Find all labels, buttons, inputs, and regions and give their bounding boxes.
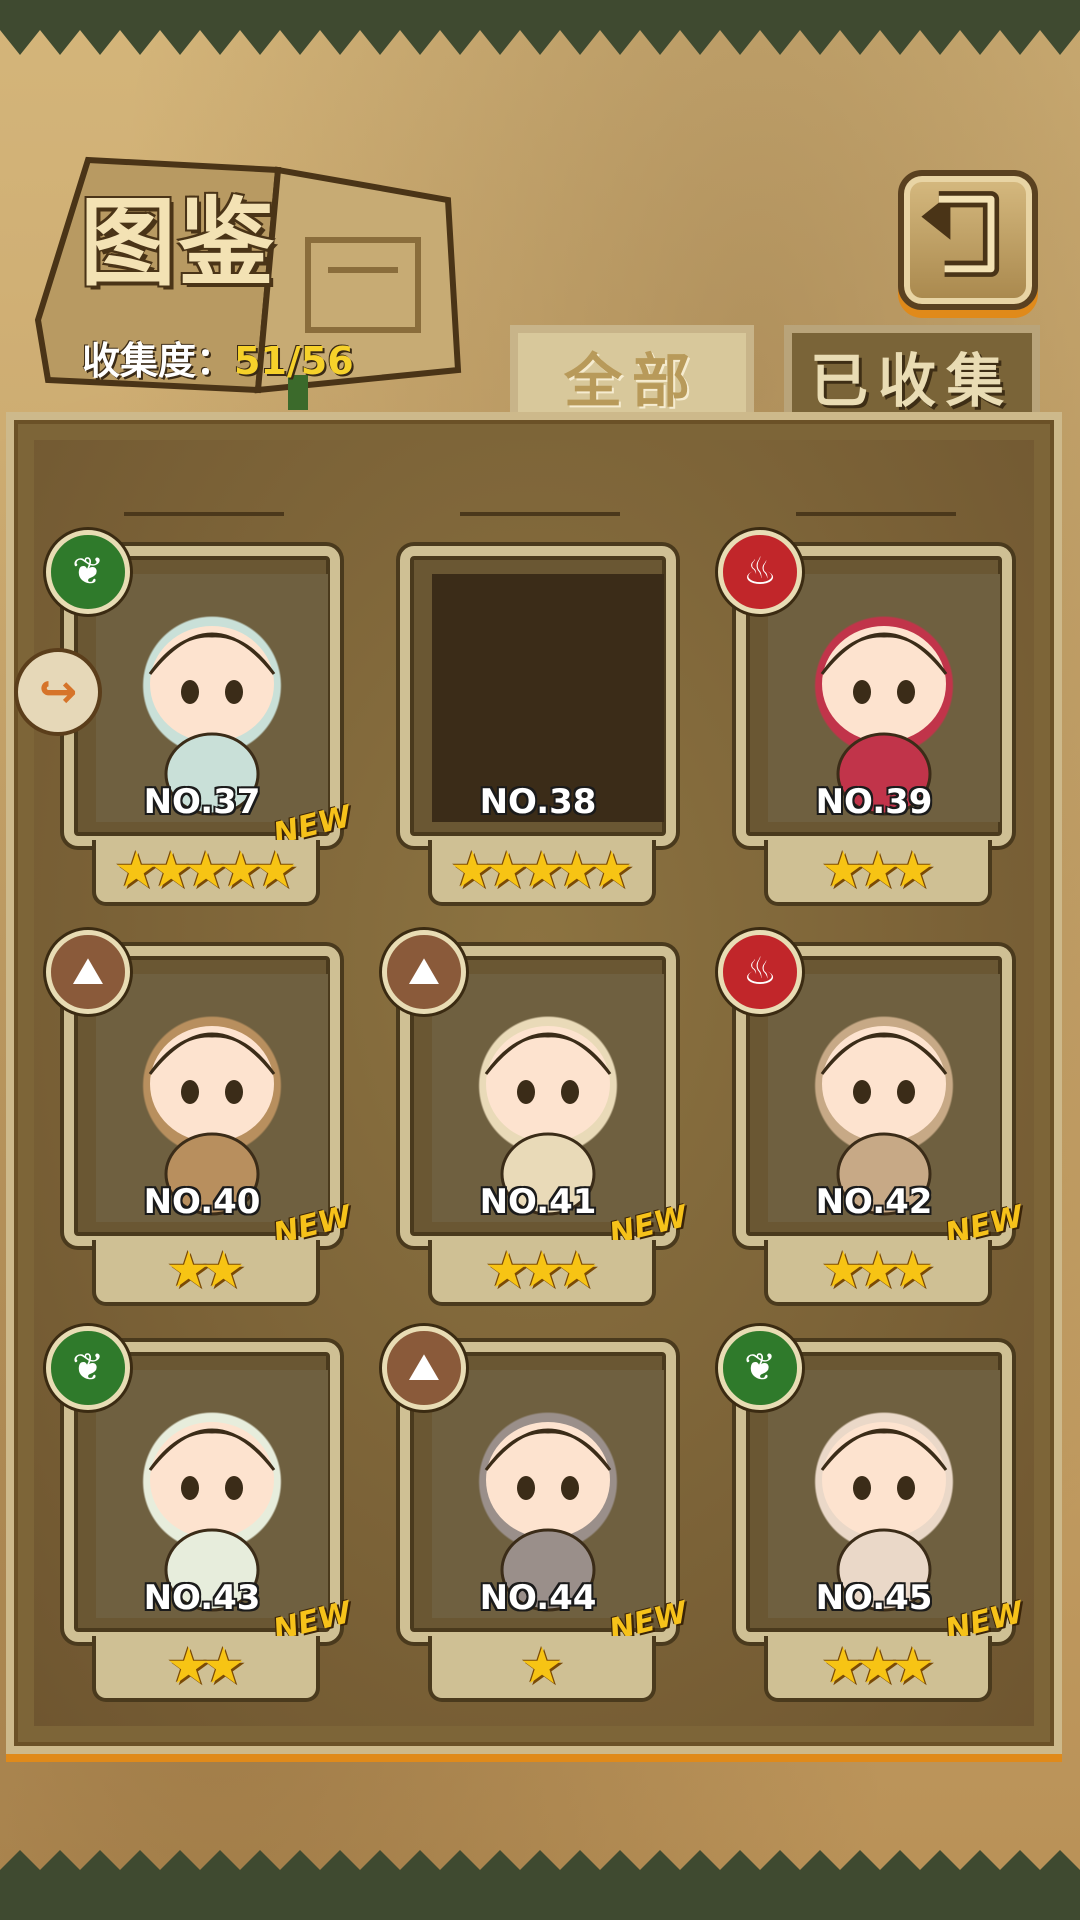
- fire-element-icon: ♨: [718, 930, 802, 1014]
- star-icon: ★: [589, 841, 635, 899]
- top-zigzag-border: [0, 0, 1080, 55]
- divider: [124, 512, 284, 516]
- star-icon: ★: [554, 1241, 600, 1299]
- character-card[interactable]: NO.37 NEW ★★★★★ ❦: [46, 530, 355, 910]
- character-card[interactable]: NO.43 NEW ★★ ❦: [46, 1326, 355, 1706]
- divider: [460, 512, 620, 516]
- collection-progress: 收集度：51/56: [82, 330, 354, 385]
- earth-element-icon: ⛰: [382, 1326, 466, 1410]
- leaf-element-icon: ❦: [46, 1326, 130, 1410]
- leaf-element-icon: ❦: [46, 530, 130, 614]
- divider: [796, 512, 956, 516]
- bottom-zigzag-border: [0, 1850, 1080, 1920]
- character-card[interactable]: NO.41 NEW ★★★ ⛰: [382, 930, 691, 1310]
- star-icon: ★: [201, 1241, 246, 1299]
- star-rating: ★★★: [764, 1240, 992, 1306]
- star-rating: ★★★: [764, 1636, 992, 1702]
- earth-element-icon: ⛰: [382, 930, 466, 1014]
- star-rating: ★★★★★: [428, 840, 656, 906]
- leaf-element-icon: ❦: [718, 1326, 802, 1410]
- character-card[interactable]: NO.42 NEW ★★★ ♨: [718, 930, 1027, 1310]
- card-number: NO.38: [479, 782, 597, 822]
- star-icon: ★: [890, 1637, 936, 1695]
- tab-all[interactable]: 全部: [510, 325, 754, 423]
- star-icon: ★: [890, 841, 936, 899]
- character-card[interactable]: NO.40 NEW ★★ ⛰: [46, 930, 355, 1310]
- star-rating: ★★★★★: [92, 840, 320, 906]
- star-icon: ★: [519, 1637, 565, 1695]
- star-rating: ★★: [92, 1636, 320, 1702]
- star-rating: ★★: [92, 1240, 320, 1306]
- star-icon: ★: [253, 841, 299, 899]
- star-icon: ★: [201, 1637, 246, 1695]
- scroll-indicator-icon[interactable]: ↪: [14, 648, 102, 736]
- character-card[interactable]: NO.38 ★★★★★: [388, 540, 688, 910]
- tab-collected[interactable]: 已收集: [784, 325, 1040, 423]
- card-number: NO.39: [815, 782, 933, 822]
- earth-element-icon: ⛰: [46, 930, 130, 1014]
- fire-element-icon: ♨: [718, 530, 802, 614]
- star-rating: ★: [428, 1636, 656, 1702]
- star-rating: ★★★: [764, 840, 992, 906]
- character-card[interactable]: NO.45 NEW ★★★ ❦: [718, 1326, 1027, 1706]
- star-icon: ★: [890, 1241, 936, 1299]
- back-button[interactable]: [898, 170, 1038, 310]
- collection-label: 收集度：: [82, 339, 235, 383]
- character-card[interactable]: NO.44 NEW ★ ⛰: [382, 1326, 691, 1706]
- page-title: 图鉴: [80, 186, 276, 299]
- return-arrow-icon: [921, 191, 1000, 277]
- collection-value: 51/56: [234, 339, 354, 383]
- star-rating: ★★★: [428, 1240, 656, 1306]
- character-card[interactable]: NO.39 ★★★ ♨: [718, 530, 1024, 910]
